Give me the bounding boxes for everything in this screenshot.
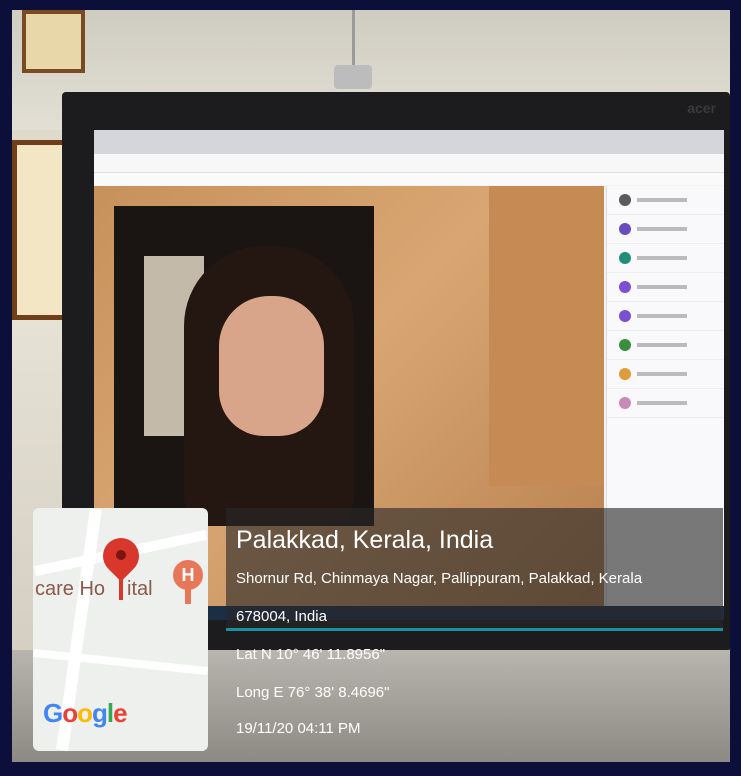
geotag-overlay: Palakkad, Kerala, India Shornur Rd, Chin… [226,508,723,751]
monitor-brand: acer [687,100,716,116]
geotag-accent-line [226,628,723,631]
latitude-text: Lat N 10° 46' 11.8956" [236,646,386,663]
participant-row [607,360,724,389]
participant-row [607,302,724,331]
window-top [22,10,85,73]
projector-pole [352,10,355,70]
map-place-label: care Ho ital [35,578,153,600]
projector [334,65,372,89]
map-pin-dot [116,550,126,560]
address-line-1: Shornur Rd, Chinmaya Nagar, Pallippuram,… [236,570,643,587]
browser-tab-bar [94,130,724,154]
participant-row [607,244,724,273]
browser-bookmarks-bar [94,173,724,185]
datetime-text: 19/11/20 04:11 PM [236,720,361,737]
hospital-marker-icon: H [173,560,203,590]
participant-row [607,186,724,215]
participant-row [607,215,724,244]
photo-frame: acer care Ho ital H Google Palakkad, Ker… [0,0,741,776]
browser-address-bar [94,154,724,173]
door [489,186,604,486]
participant-row [607,389,724,418]
participant-row [607,331,724,360]
participant-row [607,273,724,302]
hospital-marker-tail [185,588,191,604]
person-face [219,296,324,436]
map-thumbnail: care Ho ital H Google [33,508,208,751]
participant-video [114,206,374,526]
google-logo: Google [43,698,128,728]
map-road [33,648,208,676]
map-pin-tail [119,574,123,600]
location-title: Palakkad, Kerala, India [236,526,494,554]
longitude-text: Long E 76° 38' 8.4696" [236,684,390,701]
address-line-2: 678004, India [236,608,327,625]
